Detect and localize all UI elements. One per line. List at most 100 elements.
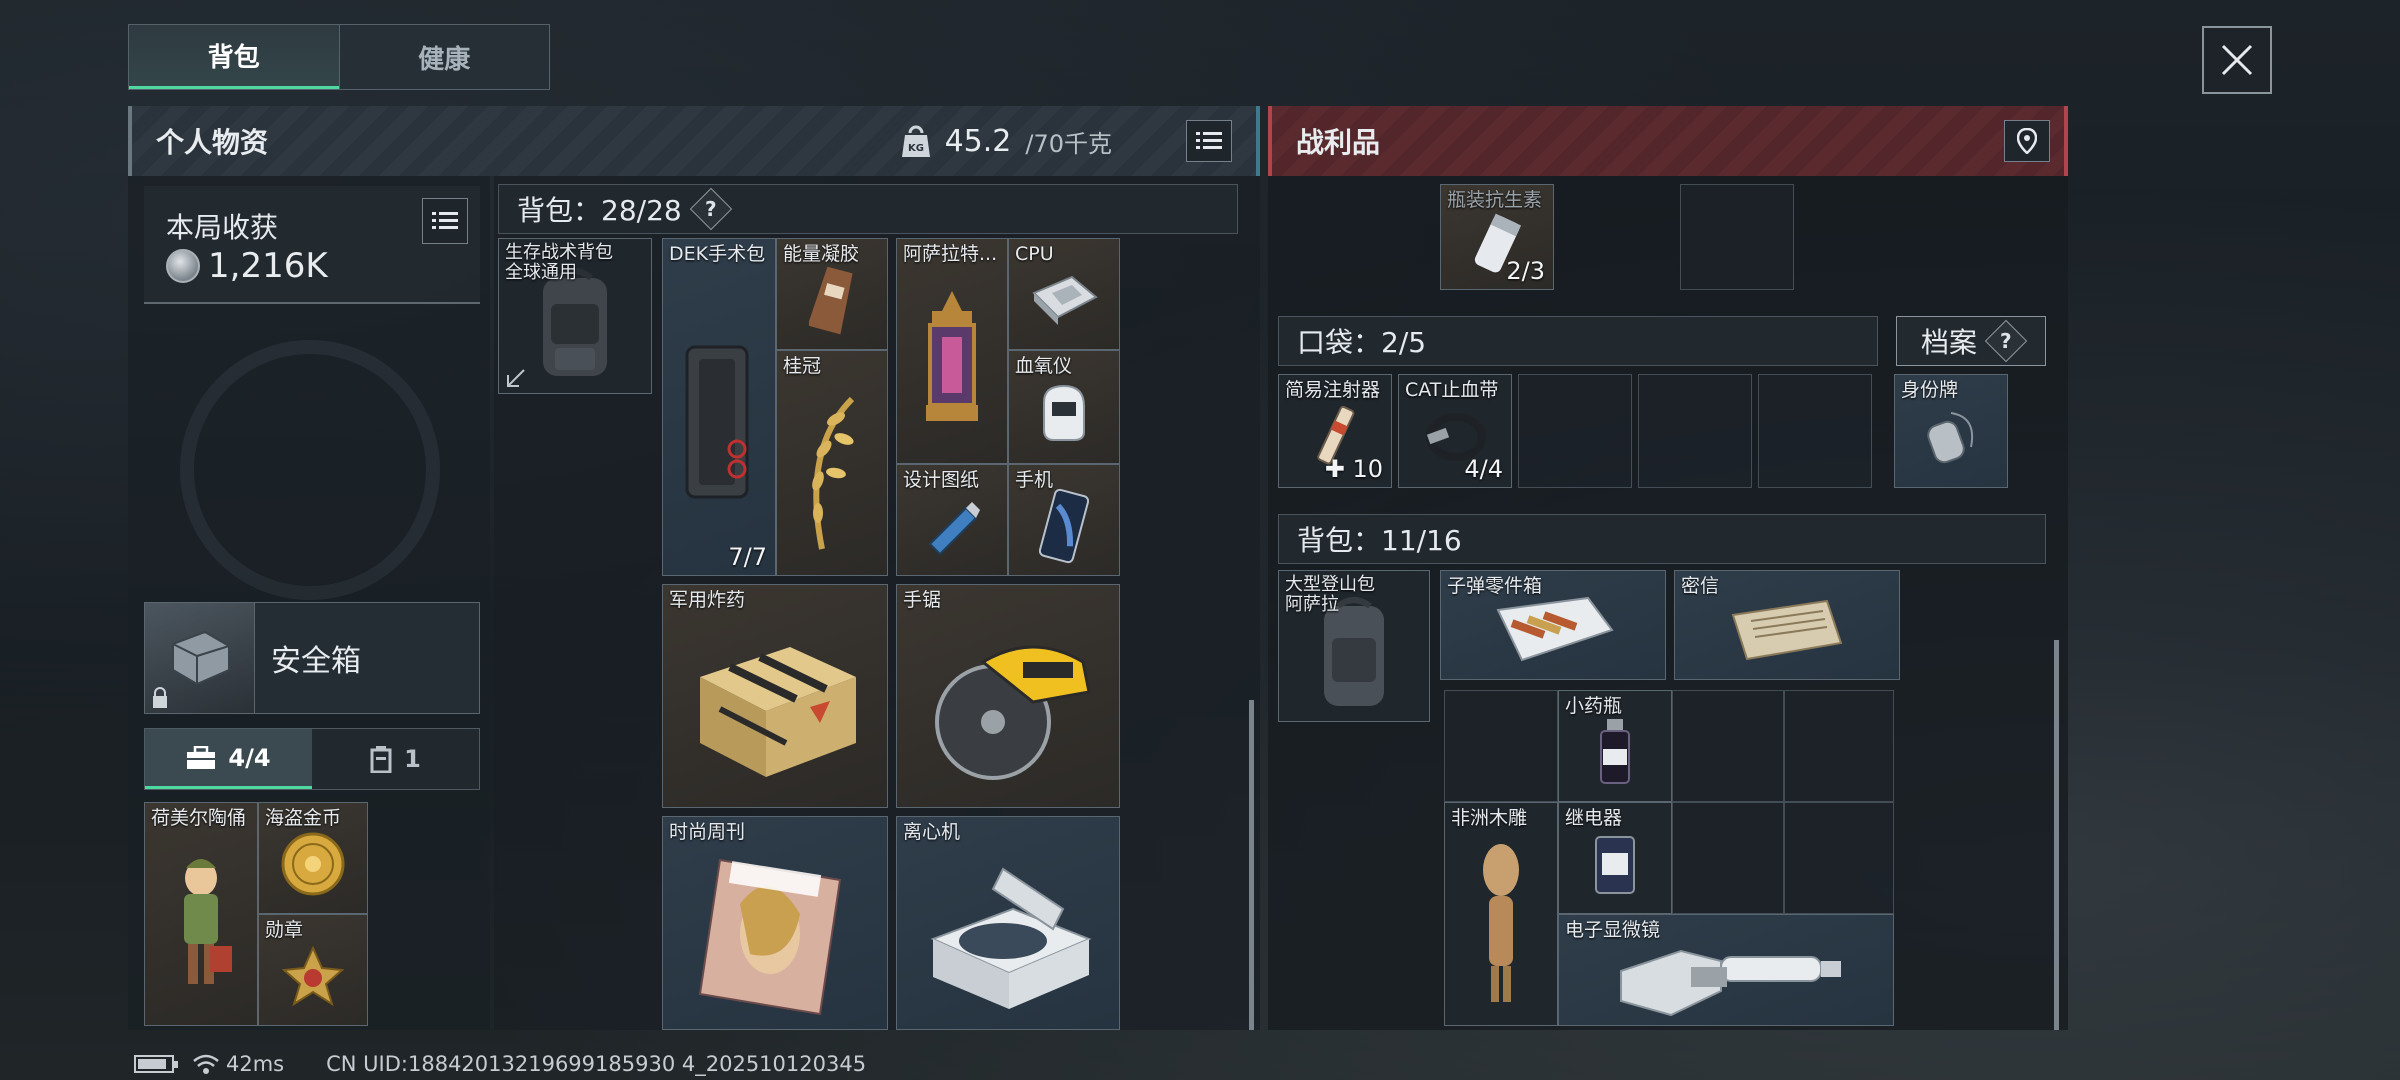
- item-name: 大型登山包 阿萨拉: [1285, 574, 1375, 615]
- medicine-vial-icon: [1600, 718, 1630, 784]
- tab-health[interactable]: 健康: [338, 25, 550, 89]
- item-name: 密信: [1681, 575, 1720, 597]
- item-cell[interactable]: 离心机: [896, 816, 1120, 1030]
- item-cell[interactable]: 子弹零件箱: [1440, 570, 1666, 680]
- weight-max: /70千克: [1025, 129, 1112, 158]
- item-cell[interactable]: 时尚周刊: [662, 816, 888, 1030]
- dogtag-cell[interactable]: 身份牌: [1894, 374, 2008, 488]
- battery-icon: [134, 1055, 178, 1073]
- item-cell[interactable]: 手机: [1008, 464, 1120, 576]
- item-cell[interactable]: 密信: [1674, 570, 1900, 680]
- backpack-capacity: 背包：28/28: [517, 194, 682, 227]
- empty-slot: [1784, 690, 1894, 802]
- equipped-backpack-cell[interactable]: 生存战术背包 全球通用: [498, 238, 652, 394]
- item-count: 2/3: [1506, 257, 1545, 285]
- item-cell[interactable]: 海盗金币: [258, 802, 368, 914]
- item-name: 电子显微镜: [1565, 919, 1661, 941]
- subtab-case-count: 1: [404, 745, 421, 773]
- item-cell[interactable]: 勋章: [258, 914, 368, 1026]
- session-loot-title: 本局收获: [166, 211, 279, 244]
- subtab-case[interactable]: 1: [312, 729, 479, 789]
- item-cell[interactable]: 简易注射器 ✚ 10: [1278, 374, 1392, 488]
- magazine-icon: [698, 858, 842, 1015]
- item-cell[interactable]: CAT止血带 4/4: [1398, 374, 1512, 488]
- item-cell[interactable]: 瓶装抗生素 2/3: [1440, 184, 1554, 290]
- user-uid: CN UID:18842013219699185930 4_2025101203…: [326, 1052, 867, 1076]
- syringe-count-value: 10: [1352, 455, 1383, 483]
- item-cell[interactable]: 血氧仪: [1008, 350, 1120, 464]
- item-name: 阿萨拉特...: [903, 243, 998, 265]
- item-cell[interactable]: CPU: [1008, 238, 1120, 350]
- list-icon: [1196, 132, 1222, 149]
- pocket-capacity-label: 口袋：2/5: [1278, 316, 1878, 366]
- item-count: 4/4: [1464, 455, 1503, 483]
- item-cell[interactable]: 能量凝胶: [776, 238, 888, 350]
- item-name: 血氧仪: [1015, 355, 1073, 377]
- electron-microscope-icon: [1620, 949, 1841, 1016]
- archive-button[interactable]: 档案 ?: [1896, 316, 2046, 366]
- loot-location-button[interactable]: [2004, 120, 2050, 162]
- item-cell[interactable]: 小药瓶: [1558, 690, 1672, 802]
- medal-icon: [282, 945, 344, 1006]
- unequip-icon: [507, 369, 525, 387]
- subtab-briefcase-count: 4/4: [228, 743, 271, 772]
- subtab-briefcase[interactable]: 4/4: [145, 729, 312, 789]
- right-scrollbar[interactable]: [2054, 640, 2059, 1030]
- energy-gel-icon: [809, 266, 853, 334]
- item-cell[interactable]: 继电器: [1558, 802, 1672, 914]
- top-tabs: 背包 健康: [128, 24, 550, 90]
- middle-scrollbar[interactable]: [1249, 700, 1254, 1030]
- item-cell[interactable]: 军用炸药: [662, 584, 888, 808]
- circular-saw-icon: [935, 645, 1091, 781]
- item-name: 非洲木雕: [1451, 807, 1528, 829]
- archive-help-button[interactable]: ?: [1984, 319, 2028, 363]
- location-pin-icon: [2017, 128, 2037, 154]
- backpack-help-button[interactable]: ?: [689, 187, 732, 231]
- wood-carving-icon: [1483, 844, 1519, 1003]
- personal-supplies-title: 个人物资: [156, 126, 269, 159]
- item-name: 能量凝胶: [783, 243, 860, 265]
- loot-equipped-backpack-cell[interactable]: 大型登山包 阿萨拉: [1278, 570, 1430, 722]
- empty-slot: [1638, 374, 1752, 488]
- container-subtabs: 4/4 1: [144, 728, 480, 790]
- item-count: ✚ 10: [1324, 455, 1383, 483]
- item-name: 手锯: [903, 589, 942, 611]
- weight-current: 45.2: [944, 123, 1012, 159]
- blueprint-usb-icon: [928, 501, 980, 555]
- item-cell[interactable]: 手锯: [896, 584, 1120, 808]
- sort-list-button[interactable]: [1186, 120, 1232, 162]
- item-name: 军用炸药: [669, 589, 746, 611]
- personal-supplies-header: 个人物资 KG 45.2 /70千克: [128, 106, 1260, 176]
- empty-slot: [1784, 802, 1894, 914]
- item-name: 海盗金币: [265, 807, 342, 829]
- weight-icon: KG: [901, 125, 930, 157]
- safe-box-label: 安全箱: [271, 644, 361, 679]
- loot-header: 战利品: [1268, 106, 2068, 176]
- tab-backpack[interactable]: 背包: [129, 25, 339, 89]
- wifi-icon: [193, 1054, 219, 1074]
- item-name: 子弹零件箱: [1447, 575, 1543, 597]
- session-loot-list-button[interactable]: [422, 198, 468, 244]
- item-cell[interactable]: 荷美尔陶俑: [144, 802, 258, 1026]
- safe-box-image: [145, 603, 255, 713]
- phone-icon: [1039, 488, 1089, 563]
- loot-title: 战利品: [1296, 126, 1381, 159]
- item-cell[interactable]: 电子显微镜: [1558, 914, 1894, 1026]
- status-bar: 42ms CN UID:18842013219699185930 4_20251…: [134, 1050, 866, 1078]
- item-cell[interactable]: 非洲木雕: [1444, 802, 1558, 1026]
- empty-slot: [1444, 690, 1558, 802]
- lantern-icon: [926, 291, 978, 422]
- item-cell[interactable]: DEK手术包 7/7: [662, 238, 776, 576]
- close-button[interactable]: [2202, 26, 2272, 94]
- item-name: 瓶装抗生素: [1447, 189, 1543, 211]
- item-cell[interactable]: 阿萨拉特...: [896, 238, 1008, 464]
- close-icon: [2221, 44, 2253, 76]
- item-name: CAT止血带: [1405, 379, 1499, 401]
- item-cell[interactable]: 桂冠: [776, 350, 888, 576]
- safe-box-slot[interactable]: 安全箱: [144, 602, 480, 714]
- archive-label: 档案: [1920, 326, 1977, 359]
- item-name: 勋章: [265, 919, 304, 941]
- item-cell[interactable]: 设计图纸: [896, 464, 1008, 576]
- empty-slot: [1672, 690, 1784, 802]
- item-name: 小药瓶: [1565, 695, 1623, 717]
